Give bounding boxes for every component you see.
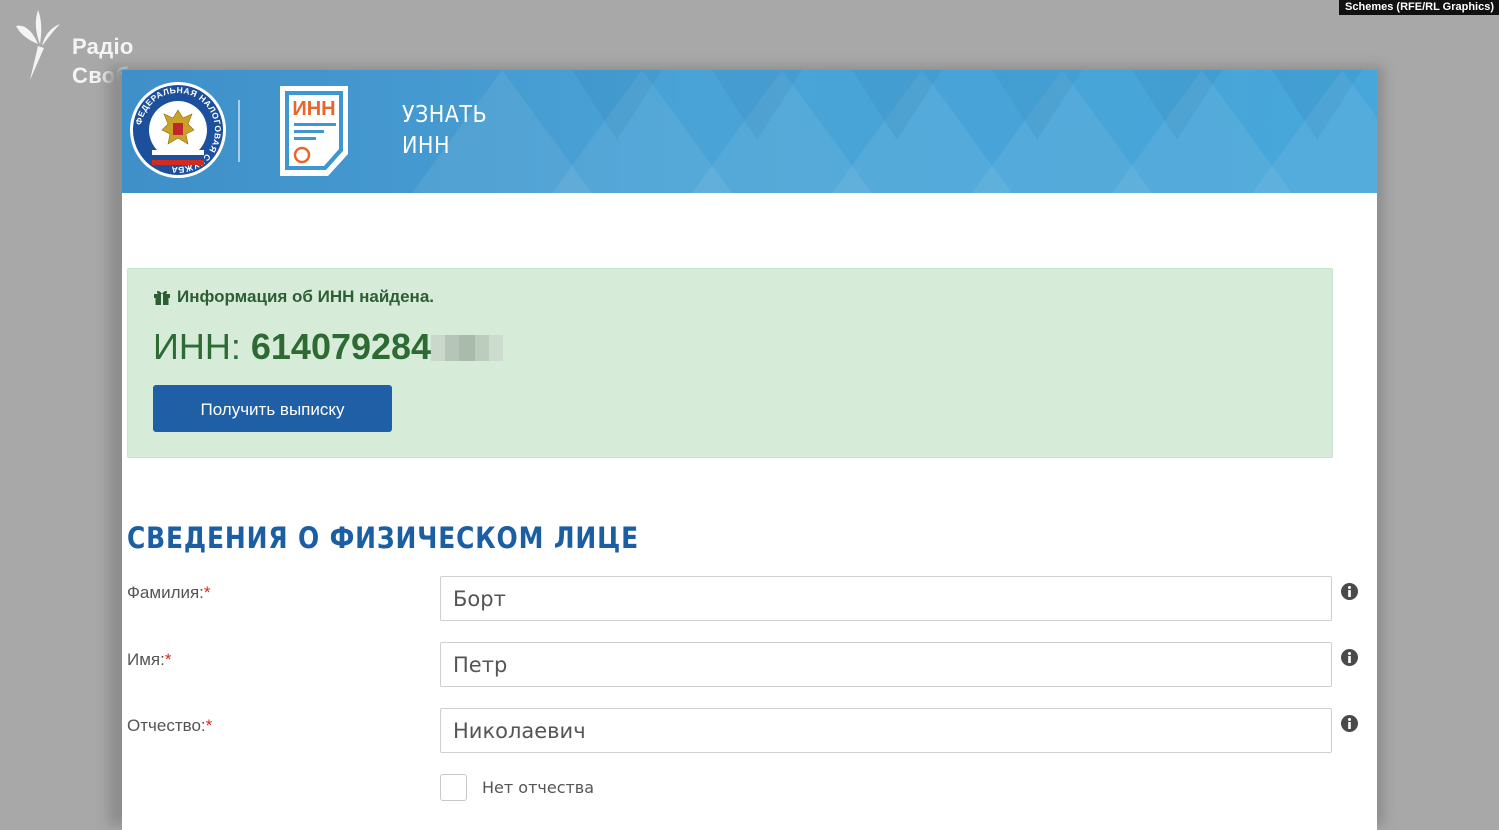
- inn-result: ИНН: 614079284: [153, 326, 504, 368]
- torch-logo-icon: [16, 10, 60, 80]
- inn-document-icon: ИНН: [280, 86, 348, 176]
- required-mark: *: [203, 583, 211, 602]
- alert-message-text: Информация об ИНН найдена.: [177, 287, 435, 306]
- name-label: Имя:*: [127, 650, 171, 670]
- required-mark: *: [205, 716, 213, 735]
- no-patronymic-label: Нет отчества: [482, 778, 595, 797]
- header-title-line-1: УЗНАТЬ: [402, 102, 488, 128]
- inn-value: 614079284: [250, 326, 432, 367]
- surname-field[interactable]: Борт: [440, 576, 1332, 621]
- svg-text:ИНН: ИНН: [292, 98, 335, 120]
- fns-emblem-icon: ФЕДЕРАЛЬНАЯ НАЛОГОВАЯ СЛУЖБА: [130, 82, 226, 178]
- gift-icon: [154, 290, 170, 305]
- required-mark: *: [164, 650, 172, 669]
- image-credit: Schemes (RFE/RL Graphics): [1339, 0, 1499, 15]
- redacted-digits: [431, 329, 504, 365]
- surname-label-text: Фамилия:: [127, 583, 204, 602]
- patronymic-label-text: Отчество:: [127, 716, 206, 735]
- surname-label: Фамилия:*: [127, 583, 211, 603]
- inn-label: ИНН:: [153, 326, 241, 367]
- info-icon[interactable]: [1341, 715, 1358, 732]
- inn-page: ФЕДЕРАЛЬНАЯ НАЛОГОВАЯ СЛУЖБА ИНН УЗНАТЬ …: [122, 70, 1377, 830]
- patronymic-field[interactable]: Николаевич: [440, 708, 1332, 753]
- inn-found-alert: Информация об ИНН найдена. ИНН: 61407928…: [127, 268, 1333, 458]
- brand-line-1: Радіо: [72, 34, 134, 59]
- no-patronymic-checkbox[interactable]: [440, 774, 467, 801]
- section-title: СВЕДЕНИЯ О ФИЗИЧЕСКОМ ЛИЦЕ: [127, 521, 640, 555]
- info-icon[interactable]: [1341, 583, 1358, 600]
- name-label-text: Имя:: [127, 650, 165, 669]
- name-field[interactable]: Петр: [440, 642, 1332, 687]
- header-title: УЗНАТЬ ИНН: [402, 100, 487, 162]
- patronymic-label: Отчество:*: [127, 716, 212, 736]
- info-icon[interactable]: [1341, 649, 1358, 666]
- alert-message: Информация об ИНН найдена.: [153, 287, 434, 307]
- header-divider: [238, 100, 240, 162]
- site-header: ФЕДЕРАЛЬНАЯ НАЛОГОВАЯ СЛУЖБА ИНН УЗНАТЬ …: [122, 70, 1377, 193]
- header-title-line-2: ИНН: [402, 133, 450, 159]
- get-extract-button[interactable]: Получить выписку: [153, 385, 392, 432]
